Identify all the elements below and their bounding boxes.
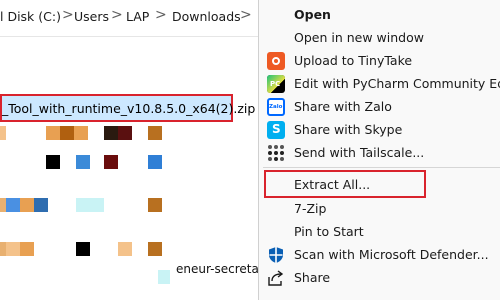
- menu-item-label: Edit with PyCharm Community Editio: [294, 76, 500, 91]
- chevron-right-icon: >: [155, 7, 167, 23]
- thumbnail-pixel: [118, 126, 132, 140]
- thumbnail-pixel: [104, 155, 118, 169]
- menu-item-label: Scan with Microsoft Defender...: [294, 247, 489, 262]
- thumbnail-pixel: [20, 242, 34, 256]
- menu-item-label: Open in new window: [294, 30, 424, 45]
- menu-separator: [263, 167, 500, 168]
- breadcrumb[interactable]: l Disk (C:) > Users > LAP > Downloads >: [0, 4, 258, 30]
- thumbnail-pixel: [148, 155, 162, 169]
- skype-icon: [267, 121, 285, 139]
- thumbnail-pixel: [76, 242, 90, 256]
- breadcrumb-users[interactable]: Users: [74, 9, 109, 24]
- menu-item-open[interactable]: Open: [259, 3, 500, 26]
- chevron-right-icon: >: [240, 7, 252, 23]
- thumbnail-pixel: [148, 126, 162, 140]
- menu-item-label: Pin to Start: [294, 224, 364, 239]
- zalo-icon: [267, 98, 285, 116]
- menu-item-label: Share with Zalo: [294, 99, 392, 114]
- pycharm-icon: [267, 75, 285, 93]
- breadcrumb-drive[interactable]: l Disk (C:): [0, 9, 61, 24]
- menu-item-label: Share with Skype: [294, 122, 403, 137]
- thumbnail-pixel: [148, 198, 162, 212]
- selected-file-row[interactable]: _Tool_with_runtime_v10.8.5.0_x64(2).zip: [0, 94, 255, 122]
- share-icon: [267, 269, 285, 287]
- file-explorer-pane: l Disk (C:) > Users > LAP > Downloads > …: [0, 0, 271, 300]
- thumbnail-pixel: [60, 126, 74, 140]
- thumbnail-pixel: [158, 270, 170, 284]
- chevron-right-icon: >: [111, 7, 123, 23]
- menu-item-edit-pycharm[interactable]: Edit with PyCharm Community Editio: [259, 72, 500, 95]
- menu-item-label: Open: [294, 7, 331, 22]
- tinytake-icon: [267, 52, 285, 70]
- thumbnail-pixel: [74, 126, 88, 140]
- thumbnail-pixel: [6, 198, 20, 212]
- menu-item-open-new-window[interactable]: Open in new window: [259, 26, 500, 49]
- thumbnail-pixel: [34, 198, 48, 212]
- menu-item-upload-tinytake[interactable]: Upload to TinyTake: [259, 49, 500, 72]
- thumbnail-pixel: [76, 155, 90, 169]
- thumbnail-pixel: [20, 198, 34, 212]
- thumbnail-pixel: [118, 242, 132, 256]
- breadcrumb-lap[interactable]: LAP: [126, 9, 149, 24]
- menu-item-share[interactable]: Share: [259, 266, 500, 289]
- menu-item-send-tailscale[interactable]: Send with Tailscale...: [259, 141, 500, 164]
- thumbnail-pixel: [76, 198, 104, 212]
- menu-item-pin-to-start[interactable]: Pin to Start: [259, 220, 500, 243]
- menu-item-label: Share: [294, 270, 331, 285]
- context-menu: Open Open in new window Upload to TinyTa…: [258, 0, 500, 300]
- menu-item-label: 7-Zip: [294, 201, 327, 216]
- thumbnail-pixel: [6, 242, 20, 256]
- thumbnail-pixel: [104, 126, 118, 140]
- menu-item-label: Send with Tailscale...: [294, 145, 425, 160]
- thumbnail-caption: eneur-secretary: [176, 262, 271, 276]
- thumbnail-pixel: [0, 126, 6, 140]
- menu-item-scan-defender[interactable]: Scan with Microsoft Defender...: [259, 243, 500, 266]
- thumbnail-pixel: [148, 242, 162, 256]
- chevron-right-icon: >: [62, 7, 74, 23]
- defender-icon: [267, 246, 285, 264]
- breadcrumb-downloads[interactable]: Downloads: [172, 9, 241, 24]
- annotation-highlight-box: [264, 170, 426, 198]
- address-bar-divider: [0, 36, 258, 37]
- menu-item-label: Upload to TinyTake: [294, 53, 413, 68]
- file-name: _Tool_with_runtime_v10.8.5.0_x64(2).zip: [2, 101, 256, 116]
- tailscale-icon: [267, 144, 285, 162]
- menu-item-share-skype[interactable]: Share with Skype: [259, 118, 500, 141]
- menu-item-share-zalo[interactable]: Share with Zalo: [259, 95, 500, 118]
- menu-item-7zip[interactable]: 7-Zip: [259, 197, 500, 220]
- thumbnail-pixel: [46, 126, 60, 140]
- thumbnail-pixel: [46, 155, 60, 169]
